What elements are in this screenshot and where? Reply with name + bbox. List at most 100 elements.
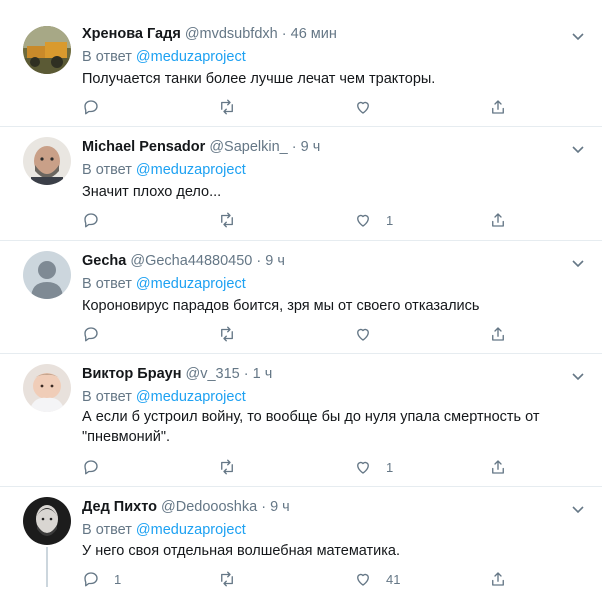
reply-button[interactable]	[82, 210, 114, 230]
share-icon	[492, 327, 504, 341]
reply-button[interactable]: 1	[82, 569, 121, 589]
retweet-button[interactable]	[218, 569, 250, 589]
like-icon	[357, 214, 369, 227]
retweet-button[interactable]	[218, 324, 250, 344]
timestamp[interactable]: 46 мин	[291, 26, 337, 42]
reply-to-link[interactable]: @meduzaproject	[136, 276, 246, 292]
like-count: 1	[386, 212, 394, 228]
share-button[interactable]	[489, 569, 507, 589]
like-count: 41	[386, 571, 401, 587]
reply-icon	[84, 572, 98, 587]
reply-button[interactable]	[82, 457, 114, 477]
like-button[interactable]	[354, 324, 386, 344]
reply-button[interactable]	[82, 324, 114, 344]
thread-line	[46, 547, 48, 587]
reply-button[interactable]	[82, 97, 114, 117]
share-button[interactable]	[489, 97, 507, 117]
like-button[interactable]	[354, 97, 386, 117]
avatar[interactable]	[23, 26, 71, 74]
tweet-actions: 1	[82, 457, 522, 477]
tweet-header: Хренова Гадя @mvdsubfdxh · 46 мин	[82, 24, 337, 44]
share-button[interactable]	[489, 457, 507, 477]
display-name[interactable]: Michael Pensador	[82, 139, 205, 155]
tweet-actions: 1 41	[82, 569, 522, 589]
reply-prefix: В ответ	[82, 389, 132, 405]
display-name[interactable]: Gecha	[82, 253, 126, 269]
share-button[interactable]	[489, 324, 507, 344]
reply-prefix: В ответ	[82, 522, 132, 538]
timestamp[interactable]: 9 ч	[270, 499, 290, 515]
reply-context: В ответ @meduzaproject	[82, 274, 246, 294]
like-button[interactable]: 1	[354, 210, 393, 230]
user-handle[interactable]: @mvdsubfdxh	[185, 26, 278, 42]
chevron-down-icon[interactable]	[570, 255, 586, 271]
tweet-header: Дед Пихто @Dedoooshka · 9 ч	[82, 497, 290, 517]
like-icon	[357, 328, 369, 341]
share-icon	[492, 460, 504, 474]
tweet[interactable]: Michael Pensador @Sapelkin_ · 9 ч В отве…	[0, 127, 602, 241]
tweet-actions	[82, 324, 522, 344]
retweet-icon	[221, 99, 233, 115]
tweet-actions: 1	[82, 210, 522, 230]
reply-count: 1	[114, 571, 122, 587]
like-icon	[357, 101, 369, 114]
like-icon	[357, 461, 369, 474]
chevron-down-icon[interactable]	[570, 368, 586, 384]
avatar[interactable]	[23, 137, 71, 185]
share-icon	[492, 100, 504, 114]
reply-icon	[84, 213, 98, 228]
tweet[interactable]: Gecha @Gecha44880450 · 9 ч В ответ @medu…	[0, 241, 602, 354]
reply-prefix: В ответ	[82, 49, 132, 65]
separator: ·	[281, 26, 287, 42]
tweet-text: Получается танки более лучше лечат чем т…	[82, 71, 436, 87]
like-button[interactable]: 1	[354, 457, 393, 477]
timestamp[interactable]: 9 ч	[301, 139, 321, 155]
avatar[interactable]	[23, 251, 71, 299]
avatar[interactable]	[23, 497, 71, 545]
reply-icon	[84, 460, 98, 475]
display-name[interactable]: Виктор Браун	[82, 366, 181, 382]
display-name[interactable]: Дед Пихто	[82, 499, 157, 515]
share-icon	[492, 213, 504, 227]
avatar[interactable]	[23, 364, 71, 412]
user-handle[interactable]: @Sapelkin_	[209, 139, 287, 155]
reply-to-link[interactable]: @meduzaproject	[136, 49, 246, 65]
replies-feed: Хренова Гадя @mvdsubfdxh · 46 мин В отве…	[0, 0, 602, 587]
like-count: 1	[386, 459, 394, 475]
chevron-down-icon[interactable]	[570, 141, 586, 157]
reply-to-link[interactable]: @meduzaproject	[136, 162, 246, 178]
chevron-down-icon[interactable]	[570, 501, 586, 517]
reply-to-link[interactable]: @meduzaproject	[136, 522, 246, 538]
timestamp[interactable]: 1 ч	[253, 366, 273, 382]
retweet-button[interactable]	[218, 210, 250, 230]
tweet[interactable]: Виктор Браун @v_315 · 1 ч В ответ @meduz…	[0, 354, 602, 487]
user-handle[interactable]: @Gecha44880450	[130, 253, 252, 269]
tweet-header: Gecha @Gecha44880450 · 9 ч	[82, 251, 285, 271]
tweet-header: Michael Pensador @Sapelkin_ · 9 ч	[82, 137, 320, 157]
reply-to-link[interactable]: @meduzaproject	[136, 389, 246, 405]
user-handle[interactable]: @v_315	[186, 366, 240, 382]
share-icon	[492, 572, 504, 586]
separator: ·	[243, 366, 249, 382]
share-button[interactable]	[489, 210, 507, 230]
separator: ·	[256, 253, 262, 269]
timestamp[interactable]: 9 ч	[265, 253, 285, 269]
display-name[interactable]: Хренова Гадя	[82, 26, 181, 42]
chevron-down-icon[interactable]	[570, 28, 586, 44]
tweet-actions	[82, 97, 522, 117]
tweet[interactable]: Хренова Гадя @mvdsubfdxh · 46 мин В отве…	[0, 0, 602, 127]
tweet[interactable]: Дед Пихто @Dedoooshka · 9 ч В ответ @med…	[0, 487, 602, 597]
separator: ·	[291, 139, 297, 155]
retweet-button[interactable]	[218, 97, 250, 117]
retweet-icon	[221, 212, 233, 228]
reply-context: В ответ @meduzaproject	[82, 160, 246, 180]
tweet-text: А если б устроил войну, то вообще бы до …	[82, 409, 540, 445]
reply-icon	[84, 100, 98, 115]
like-button[interactable]: 41	[354, 569, 400, 589]
separator: ·	[261, 499, 267, 515]
tweet-text: Значит плохо дело...	[82, 184, 222, 200]
retweet-icon	[221, 571, 233, 587]
retweet-button[interactable]	[218, 457, 250, 477]
tweet-text: У него своя отдельная волшебная математи…	[82, 543, 401, 559]
user-handle[interactable]: @Dedoooshka	[161, 499, 257, 515]
